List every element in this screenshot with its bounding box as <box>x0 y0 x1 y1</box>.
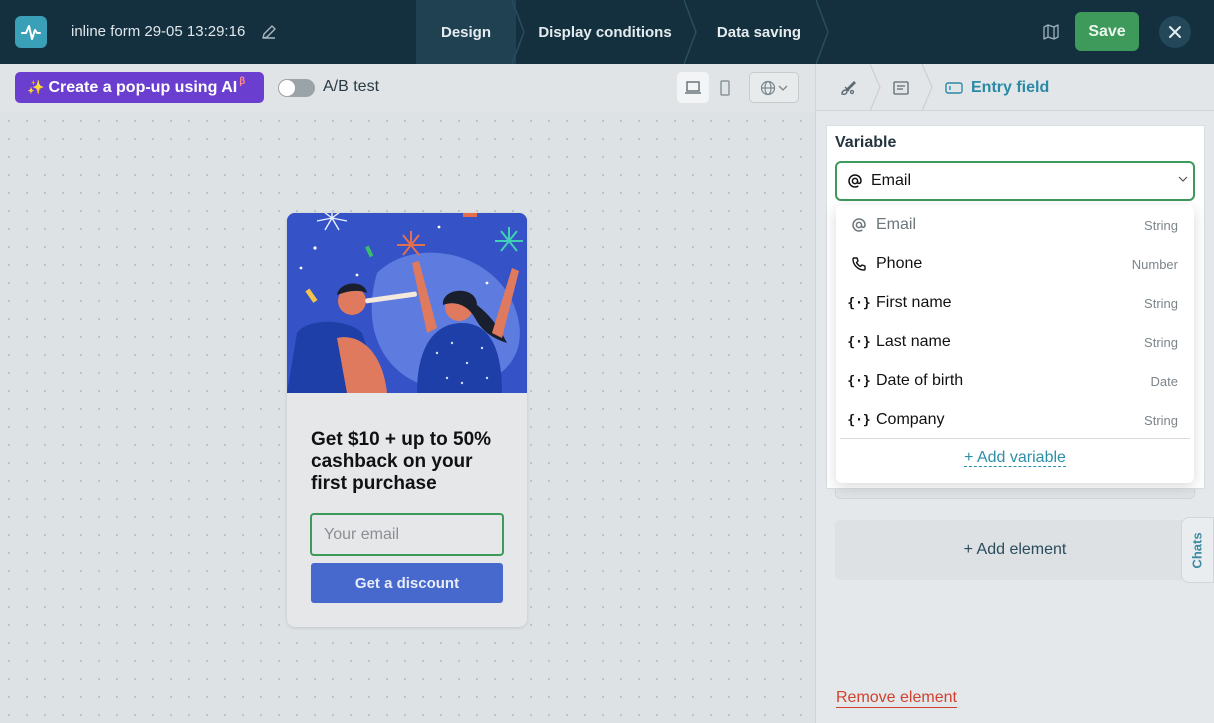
add-variable-label: + Add variable <box>964 449 1066 467</box>
variable-option-type: Date <box>1150 373 1178 389</box>
brush-icon <box>841 80 856 95</box>
tab-data-saving[interactable]: Data saving <box>698 0 820 64</box>
at-icon <box>848 174 862 188</box>
chats-tab[interactable]: Chats <box>1181 517 1214 583</box>
braces-icon: {·} <box>847 412 871 428</box>
beta-badge: β <box>239 76 246 87</box>
language-select[interactable] <box>749 72 799 103</box>
ab-test-toggle[interactable] <box>278 79 315 97</box>
breadcrumb-form[interactable] <box>892 64 910 111</box>
add-variable-link[interactable]: + Add variable <box>836 449 1194 467</box>
add-element-button[interactable]: + Add element <box>835 520 1195 580</box>
popup-preview[interactable]: Get $10 + up to 50% cashback on your fir… <box>287 213 527 627</box>
at-icon <box>850 216 868 234</box>
variable-option-date-of-birth[interactable]: {·} Date of birth Date <box>836 362 1194 400</box>
chevron-down-icon <box>778 85 788 91</box>
variable-option-name: First name <box>876 294 952 311</box>
variable-option-first-name[interactable]: {·} First name String <box>836 284 1194 322</box>
tab-design-label: Design <box>440 23 491 41</box>
mobile-view-button[interactable] <box>709 72 741 103</box>
variable-option-name: Company <box>876 411 945 428</box>
braces-icon: {·} <box>847 334 871 350</box>
variable-option-name: Phone <box>876 255 923 272</box>
braces-icon: {·} <box>847 373 871 389</box>
ab-test-label: A/B test <box>323 78 380 95</box>
sparkles-icon: ✨ <box>27 79 45 95</box>
variable-option-last-name[interactable]: {·} Last name String <box>836 323 1194 361</box>
form-icon <box>893 80 909 95</box>
breadcrumb-separator <box>870 64 881 111</box>
step-separator <box>816 0 829 64</box>
map-icon[interactable] <box>1042 23 1060 41</box>
tab-display-conditions-label: Display conditions <box>538 23 672 41</box>
input-field-icon <box>945 81 963 94</box>
globe-icon <box>760 80 776 95</box>
desktop-view-button[interactable] <box>677 72 709 103</box>
variable-option-type: String <box>1144 295 1178 311</box>
breadcrumb-entry-field[interactable]: Entry field <box>945 64 1049 111</box>
chats-tab-label: Chats <box>1190 531 1205 569</box>
create-ai-popup-button[interactable]: ✨ Create a pop-up using AI β <box>15 72 264 103</box>
remove-element-link[interactable]: Remove element <box>836 689 957 708</box>
top-bar: inline form 29-05 13:29:16 Design Displa… <box>0 0 1214 64</box>
variable-option-phone[interactable]: Phone Number <box>836 245 1194 283</box>
breadcrumb-current-label: Entry field <box>971 78 1050 96</box>
menu-divider <box>840 438 1190 439</box>
variable-dropdown-menu: Email String Phone Number {·} First name… <box>836 205 1194 483</box>
close-icon[interactable] <box>1159 16 1191 48</box>
breadcrumb-separator <box>922 64 933 111</box>
variable-option-name: Date of birth <box>876 372 964 389</box>
variable-option-type: String <box>1144 334 1178 350</box>
variable-select[interactable]: Email <box>835 161 1195 201</box>
variable-option-type: String <box>1144 412 1178 428</box>
pencil-icon[interactable] <box>261 24 277 40</box>
variable-option-type: Number <box>1131 256 1178 272</box>
variable-option-email[interactable]: Email String <box>836 206 1194 244</box>
mobile-icon <box>720 79 730 96</box>
device-switcher <box>677 72 741 103</box>
variable-option-name: Last name <box>876 333 951 350</box>
variable-option-type: String <box>1144 217 1178 233</box>
get-discount-button[interactable]: Get a discount <box>311 563 503 603</box>
popup-email-input[interactable] <box>310 513 504 556</box>
desktop-icon <box>685 80 701 94</box>
step-separator <box>684 0 697 64</box>
phone-icon <box>850 255 868 273</box>
variable-option-company[interactable]: {·} Company String <box>836 401 1194 439</box>
celebration-illustration <box>287 213 527 393</box>
toggle-knob <box>279 80 295 96</box>
form-title: inline form 29-05 13:29:16 <box>71 23 246 40</box>
variable-label: Variable <box>835 134 897 151</box>
tab-data-saving-label: Data saving <box>716 23 802 41</box>
variable-option-name: Email <box>876 216 917 233</box>
tab-design[interactable]: Design <box>416 0 516 64</box>
logo-icon[interactable] <box>15 16 47 48</box>
chevron-down-icon <box>1178 176 1188 182</box>
step-separator <box>512 0 525 64</box>
create-ai-popup-label: Create a pop-up using AI <box>48 78 238 96</box>
breadcrumb-style[interactable] <box>838 64 858 111</box>
braces-icon: {·} <box>847 295 871 311</box>
tab-display-conditions[interactable]: Display conditions <box>526 0 684 64</box>
variable-select-value: Email <box>871 172 912 189</box>
popup-headline: Get $10 + up to 50% cashback on your fir… <box>311 429 492 494</box>
save-button[interactable]: Save <box>1075 12 1139 51</box>
